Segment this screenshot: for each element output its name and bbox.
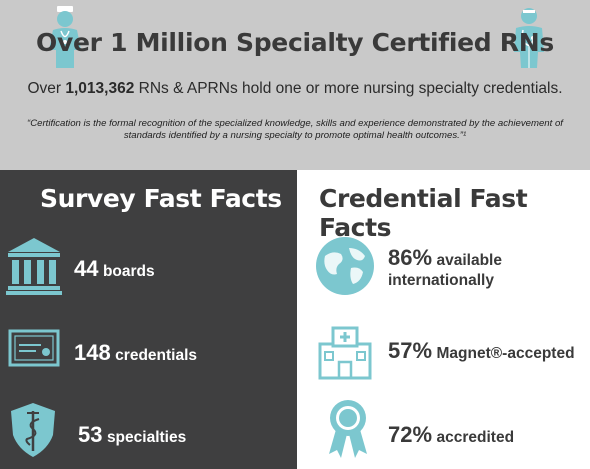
- building-icon: [6, 238, 62, 295]
- international-label-line2: internationally: [388, 272, 494, 289]
- globe-icon: [316, 237, 374, 295]
- magnet-fact: 57% Magnet®-accepted: [388, 338, 575, 364]
- international-label: available: [436, 252, 503, 269]
- subtitle-prefix: Over: [27, 80, 66, 97]
- credentials-label: credentials: [115, 347, 198, 364]
- accredited-fact: 72% accredited: [388, 422, 514, 448]
- page-title: Over 1 Million Specialty Certified RNs: [36, 28, 554, 57]
- accredited-label: accredited: [436, 429, 515, 446]
- international-number: 86%: [388, 245, 433, 270]
- specialties-label: specialties: [106, 429, 187, 446]
- certified-count: 1,013,362: [65, 80, 135, 97]
- specialties-number: 53: [78, 422, 103, 447]
- hospital-icon: [318, 326, 372, 380]
- credentials-fact: 148 credentials: [74, 340, 197, 366]
- subtitle-suffix: RNs & APRNs hold one or more nursing spe…: [134, 80, 563, 97]
- survey-fast-facts-panel: Survey Fast Facts 44 boards 148 credenti…: [0, 170, 297, 469]
- ribbon-award-icon: [329, 400, 367, 458]
- boards-label: boards: [102, 263, 155, 280]
- magnet-label: Magnet®-accepted: [436, 345, 575, 362]
- caduceus-shield-icon: [11, 403, 55, 457]
- specialties-fact: 53 specialties: [78, 422, 186, 448]
- international-fact: 86% available internationally: [388, 245, 503, 291]
- certification-definition-quote: “Certification is the formal recognition…: [27, 118, 563, 141]
- survey-panel-title: Survey Fast Facts: [40, 184, 282, 213]
- credential-panel-title: Credential Fast Facts: [319, 184, 528, 242]
- subtitle: Over 1,013,362 RNs & APRNs hold one or m…: [0, 80, 590, 98]
- boards-fact: 44 boards: [74, 256, 155, 282]
- credentials-number: 148: [74, 340, 111, 365]
- accredited-number: 72%: [388, 422, 433, 447]
- magnet-number: 57%: [388, 338, 433, 363]
- header-band: Over 1 Million Specialty Certified RNs O…: [0, 0, 590, 170]
- boards-number: 44: [74, 256, 99, 281]
- credential-fast-facts-panel: Credential Fast Facts 86% available inte…: [297, 170, 590, 469]
- certificate-icon: [8, 329, 60, 367]
